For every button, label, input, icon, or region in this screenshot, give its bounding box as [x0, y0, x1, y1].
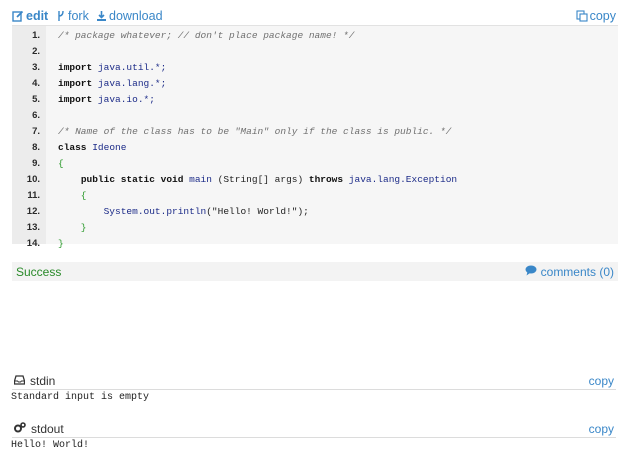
copy-button[interactable]: copy — [576, 8, 616, 24]
code-line: 9. { — [12, 156, 618, 172]
stdin-content: Standard input is empty — [11, 392, 150, 403]
code-token: java.io.*; — [92, 94, 155, 105]
code-line: 8. class Ideone — [12, 140, 618, 156]
download-icon — [96, 10, 107, 22]
code-token: (String[] args) — [217, 174, 304, 185]
fork-button[interactable]: fork — [57, 8, 89, 24]
line-number: 11. — [27, 190, 40, 201]
stdout-header: stdout copy — [12, 422, 616, 438]
copy-icon — [576, 10, 588, 22]
code-text: { — [58, 188, 87, 204]
code-text: public static void main (String[] args) … — [58, 172, 457, 188]
code-token: import — [58, 94, 93, 105]
code-line: 10. public static void main (String[] ar… — [12, 172, 618, 188]
fork-label: fork — [68, 9, 89, 23]
code-token: System.out.println — [58, 206, 207, 217]
stdout-label: stdout — [31, 422, 64, 436]
code-line: 5. import java.io.*; — [12, 92, 618, 108]
code-token: ("Hello! World!"); — [206, 206, 309, 217]
line-number: 4. — [32, 78, 40, 89]
code-line: 3. import java.util.*; — [12, 60, 618, 76]
code-token: } — [58, 222, 87, 233]
edit-label: edit — [26, 9, 49, 23]
code-token: import — [58, 78, 93, 89]
code-text: /* Name of the class has to be "Main" on… — [58, 124, 451, 140]
code-token: { — [58, 190, 87, 201]
code-text: import java.lang.*; — [58, 76, 166, 92]
code-line: 2. — [12, 44, 618, 60]
edit-button[interactable]: edit — [12, 8, 48, 24]
code-text: class Ideone — [58, 140, 126, 156]
code-line: 6. — [12, 108, 618, 124]
stdin-copy-link[interactable]: copy — [589, 374, 614, 388]
code-line: 13. } — [12, 220, 618, 236]
code-text: import java.io.*; — [58, 92, 155, 108]
line-number: 5. — [32, 94, 40, 105]
code-line: 12. System.out.println("Hello! World!"); — [12, 204, 618, 220]
code-token: java.util.*; — [92, 62, 167, 73]
stdout-title: stdout — [14, 422, 64, 436]
code-token: public static void — [80, 174, 184, 185]
stdin-label: stdin — [30, 374, 56, 388]
line-number: 3. — [32, 62, 40, 73]
code-text: } — [58, 220, 87, 236]
code-token: import — [58, 62, 93, 73]
comments-label: comments (0) — [540, 265, 614, 279]
code-token: { — [58, 158, 64, 169]
result-bar: Success comments (0) — [12, 262, 618, 281]
code-token: /* Name of the class has to be "Main" on… — [58, 126, 452, 137]
code-line: 1. /* package whatever; // don't place pa… — [12, 28, 618, 44]
download-label: download — [109, 9, 163, 23]
line-number: 10. — [26, 174, 40, 185]
code-line: 4. import java.lang.*; — [12, 76, 618, 92]
line-number: 9. — [32, 158, 40, 169]
inbox-icon — [13, 374, 26, 388]
code-text: import java.util.*; — [58, 60, 166, 76]
code-token: java.lang.Exception — [343, 174, 458, 185]
edit-icon — [12, 10, 24, 22]
stdout-copy-link[interactable]: copy — [589, 422, 614, 436]
code-token: class — [58, 142, 87, 153]
code-token: Ideone — [86, 142, 127, 153]
code-text: /* package whatever; // don't place pack… — [58, 28, 354, 44]
code-token: java.lang.*; — [92, 78, 167, 89]
code-token: } — [58, 238, 64, 249]
code-line: 7. /* Name of the class has to be "Main" … — [12, 124, 618, 140]
comments-link[interactable]: comments (0) — [525, 265, 614, 279]
comment-icon — [525, 265, 537, 279]
code-token: throws — [308, 174, 344, 185]
line-number: 12. — [26, 206, 40, 217]
line-number: 6. — [32, 110, 40, 121]
copy-label: copy — [589, 9, 616, 23]
line-number: 2. — [32, 46, 40, 57]
code-token: /* package whatever; // don't place pack… — [58, 30, 355, 41]
stdin-header: stdin copy — [12, 374, 616, 390]
gears-icon — [14, 422, 26, 436]
code-text: { — [58, 156, 64, 172]
download-button[interactable]: download — [96, 8, 163, 24]
line-number: 7. — [32, 126, 40, 137]
fork-icon — [57, 10, 65, 22]
code-line: 11. { — [12, 188, 618, 204]
line-number: 8. — [32, 142, 40, 153]
toolbar: edit fork download copy — [12, 8, 616, 24]
code-token: main — [183, 174, 218, 185]
line-number: 1. — [32, 30, 40, 41]
code-text: System.out.println("Hello! World!"); — [58, 204, 309, 220]
line-number: 14. — [26, 238, 40, 249]
code-line: 14.} — [12, 236, 618, 252]
status-text: Success — [16, 265, 62, 279]
stdout-content: Hello! World! — [11, 440, 90, 451]
stdin-title: stdin — [13, 374, 56, 388]
code-box: 1. /* package whatever; // don't place pa… — [12, 25, 618, 249]
line-number: 13. — [26, 222, 40, 233]
code-text: } — [58, 236, 64, 252]
